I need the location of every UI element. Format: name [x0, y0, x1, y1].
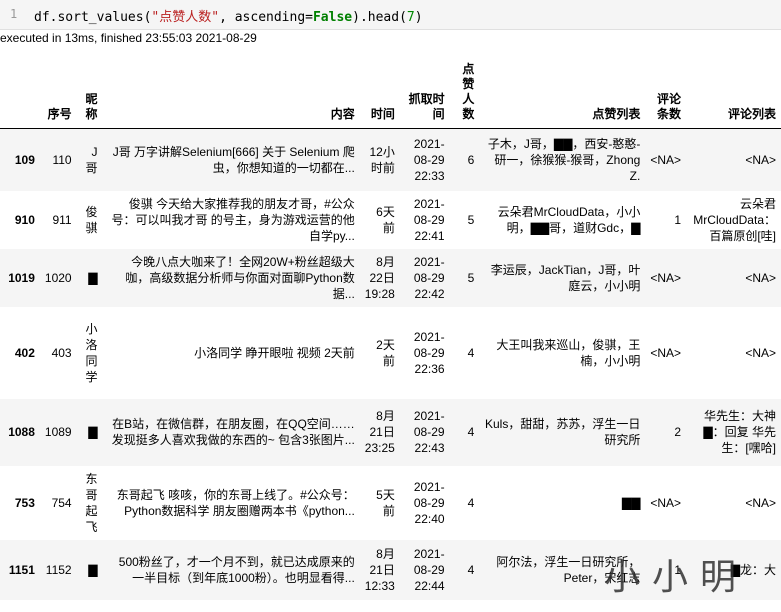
- comment-list-cell: <NA>: [745, 495, 776, 510]
- comments-cell: 1: [674, 212, 682, 227]
- header-seq: 序号: [39, 58, 77, 129]
- likes-cell: 6: [467, 152, 475, 167]
- likes-cell: 5: [467, 270, 475, 285]
- table-row: 1019 1020 ▇ 今晚八点大咖来了！全网20W+粉丝超级大咖，高级数据分析师与你…: [0, 248, 781, 307]
- row-index: 910: [14, 212, 35, 227]
- likes-cell: 4: [467, 345, 475, 360]
- row-index: 402: [14, 345, 35, 360]
- nick-cell: 小洛同学: [85, 321, 98, 384]
- index-header: [0, 58, 40, 129]
- content-cell: 在B站，在微信群，在朋友圈，在QQ空间……发现挺多人喜欢我做的东西的~ 包含3张…: [111, 417, 355, 447]
- line-number: 1: [10, 7, 18, 21]
- dataframe-table: 序号 昵称 内容 时间 抓取时间 点赞人数 点赞列表 评论条数 评论列表 109…: [0, 58, 781, 600]
- row-index: 109: [14, 152, 35, 167]
- comments-cell: 2: [674, 425, 682, 439]
- table-row: 753 754 东哥起飞 东哥起飞 咳咳，你的东哥上线了。#公众号：Python数据科…: [0, 465, 781, 540]
- likes-cell: 4: [467, 562, 475, 577]
- code-cell[interactable]: 1 df.sort_values("点赞人数", ascending=False…: [0, 0, 781, 30]
- likes-cell: 4: [467, 495, 475, 510]
- content-cell: 小洛同学 睁开眼啦 视频 2天前: [194, 345, 355, 360]
- header-row: 序号 昵称 内容 时间 抓取时间 点赞人数 点赞列表 评论条数 评论列表: [0, 58, 781, 129]
- crawl-time-cell: 2021-08-29 22:40: [413, 479, 445, 526]
- crawl-time-cell: 2021-08-29 22:44: [413, 546, 445, 593]
- header-likes: 点赞人数: [449, 58, 480, 129]
- content-cell: 东哥起飞 咳咳，你的东哥上线了。#公众号：Python数据科学 朋友圈赠两本书《…: [116, 487, 355, 518]
- table-row: 402 403 小洛同学 小洛同学 睁开眼啦 视频 2天前 2天前 2021-08-29 …: [0, 306, 781, 399]
- header-time: 时间: [359, 58, 400, 129]
- table-row: 109 110 J哥 J哥 万字讲解Selenium[666] 关于 Selenium…: [0, 128, 781, 191]
- row-index: 1088: [8, 425, 35, 439]
- like-list-cell: 云朵君MrCloudData，小小明，▇▇哥，道财Gdc，▇: [497, 204, 641, 235]
- table-row: 1088 1089 ▇ 在B站，在微信群，在朋友圈，在QQ空间……发现挺多人喜欢我做的…: [0, 398, 781, 466]
- likes-cell: 5: [467, 212, 475, 227]
- comment-list-cell: 华先生：大神 ▇：回复 华先生：[嘿哈]: [703, 409, 776, 455]
- comments-cell: <NA>: [650, 152, 682, 167]
- crawl-time-cell: 2021-08-29 22:43: [413, 409, 445, 455]
- content-cell: 今晚八点大咖来了！全网20W+粉丝超级大咖，高级数据分析师与你面对面聊Pytho…: [125, 254, 355, 301]
- header-crawl: 抓取时间: [399, 58, 450, 129]
- like-list-cell: 李运辰，JackTian，J哥，叶庭云，小小明: [490, 262, 641, 293]
- crawl-time-cell: 2021-08-29 22:41: [413, 196, 445, 243]
- watermark: 小小明: [604, 557, 749, 598]
- time-cell: 6天前: [376, 204, 395, 235]
- seq-cell: 1020: [44, 270, 72, 285]
- comments-cell: <NA>: [650, 345, 682, 360]
- comment-list-cell: <NA>: [745, 345, 776, 360]
- comments-cell: <NA>: [650, 495, 682, 510]
- like-list-cell: ▇▇: [621, 495, 641, 510]
- nick-cell: J哥: [85, 144, 98, 175]
- nick-cell: ▇: [88, 562, 98, 577]
- time-cell: 2天前: [376, 337, 395, 368]
- row-index: 753: [14, 495, 35, 510]
- crawl-time-cell: 2021-08-29 22:36: [413, 329, 445, 376]
- table-row: 910 911 俊骐 俊骐 今天给大家推荐我的朋友才哥，#公众号：可以叫我才哥 的号主…: [0, 190, 781, 249]
- comments-cell: <NA>: [650, 270, 682, 285]
- content-cell: 500粉丝了，才一个月不到，就已达成原来的一半目标（到年底1000粉）。也明显看…: [118, 554, 355, 585]
- like-list-cell: 大王叫我来巡山，俊骐，王楠，小小明: [496, 337, 641, 368]
- content-cell: J哥 万字讲解Selenium[666] 关于 Selenium 爬虫，你想知道…: [112, 144, 355, 175]
- header-like-list: 点赞列表: [479, 58, 646, 129]
- comment-list-cell: <NA>: [745, 152, 776, 167]
- crawl-time-cell: 2021-08-29 22:33: [413, 136, 445, 183]
- seq-cell: 911: [52, 212, 72, 227]
- crawl-time-cell: 2021-08-29 22:42: [413, 254, 445, 301]
- seq-cell: 1089: [44, 425, 72, 439]
- likes-cell: 4: [467, 425, 475, 439]
- header-content: 内容: [102, 58, 360, 129]
- content-cell: 俊骐 今天给大家推荐我的朋友才哥，#公众号：可以叫我才哥 的号主，身为游戏运营的…: [111, 196, 355, 243]
- time-cell: 8月21日 23:25: [364, 409, 395, 455]
- like-list-cell: 子木，J哥，▇▇，西安-憨憨-研一，徐猴猴-猴哥，Zhong Z.: [487, 136, 641, 183]
- seq-cell: 1152: [45, 562, 72, 577]
- row-index: 1151: [8, 562, 35, 577]
- seq-cell: 110: [52, 152, 72, 167]
- time-cell: 8月22日 19:28: [364, 254, 395, 301]
- nick-cell: 东哥起飞: [85, 471, 98, 534]
- code-line[interactable]: df.sort_values("点赞人数", ascending=False).…: [34, 6, 423, 25]
- nick-cell: ▇: [88, 270, 98, 285]
- comment-list-cell: <NA>: [745, 270, 776, 285]
- time-cell: 8月21日 12:33: [364, 546, 395, 593]
- seq-cell: 403: [51, 345, 72, 360]
- execution-status: executed in 13ms, finished 23:55:03 2021…: [0, 31, 257, 45]
- nick-cell: ▇: [88, 425, 98, 439]
- row-index: 1019: [8, 270, 35, 285]
- nick-cell: 俊骐: [85, 204, 98, 235]
- header-nick: 昵称: [76, 58, 103, 129]
- header-comment-list: 评论列表: [686, 58, 781, 129]
- time-cell: 12小时前: [369, 144, 395, 175]
- header-comments: 评论条数: [645, 58, 687, 129]
- like-list-cell: Kuls，甜甜，苏苏，浮生一日研究所: [484, 417, 641, 447]
- time-cell: 5天前: [376, 487, 395, 518]
- comment-list-cell: 云朵君 MrCloudData：百篇原创[哇]: [693, 196, 776, 243]
- seq-cell: 754: [51, 495, 72, 510]
